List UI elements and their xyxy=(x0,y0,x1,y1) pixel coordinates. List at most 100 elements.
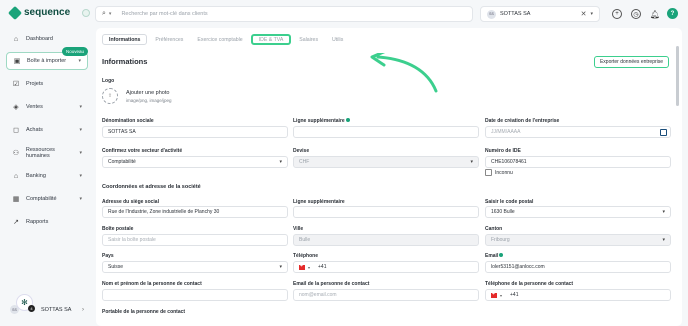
sidebar-item-projets[interactable]: ☑ Projets xyxy=(6,75,88,93)
app-logo[interactable]: sequence xyxy=(7,5,91,20)
search-bar[interactable]: ⌕ ▾ Recherche par mot-clé dans clients xyxy=(95,6,473,22)
siege-label: Adresse du siège social xyxy=(102,199,159,205)
upload-hint: image/png, image/jpeg xyxy=(126,98,172,103)
chevron-right-icon: › xyxy=(82,306,84,313)
sidebar-item-ventes[interactable]: ◈ Ventes ▾ xyxy=(6,98,88,116)
contact-tel-label: Téléphone de la personne de contact xyxy=(485,281,574,287)
coords-title: Coordonnées et adresse de la société xyxy=(102,184,201,190)
page-title: Informations xyxy=(102,57,148,66)
chevron-down-icon: ▾ xyxy=(79,127,82,133)
bell-icon[interactable]: 🔔︎ xyxy=(650,9,660,19)
denomination-field[interactable]: SOTTAS SA xyxy=(102,126,288,138)
company-avatar: SS xyxy=(487,9,496,19)
new-badge: Nouveau xyxy=(62,47,89,56)
contact-tel-field[interactable]: ▾+41 xyxy=(485,289,671,301)
contact-email-label: Email de la personne de contact xyxy=(293,281,370,287)
bank-icon: ⌂ xyxy=(13,172,19,180)
email-field[interactable]: loler53151@anlocc.com xyxy=(485,261,671,273)
sidebar-item-dashboard[interactable]: ⌂ Dashboard xyxy=(6,30,88,48)
add-icon[interactable]: + xyxy=(612,9,622,19)
tab-ide-tva[interactable]: IDE & TVA xyxy=(250,34,292,45)
ligne-sup2-field[interactable] xyxy=(293,206,479,218)
chevron-down-icon: ▾ xyxy=(79,104,82,110)
email-label: Email xyxy=(485,253,504,259)
date-creation-field[interactable]: JJ/MM/AAAA xyxy=(485,126,671,138)
info-icon xyxy=(499,253,504,257)
clear-icon[interactable]: ✕ xyxy=(581,10,587,18)
pays-label: Pays xyxy=(102,253,114,259)
ligne-sup-field[interactable] xyxy=(293,126,479,138)
highlight-arrow-icon xyxy=(370,53,438,93)
search-icon: ⌕ xyxy=(102,10,106,17)
chevron-down-icon: ▾ xyxy=(662,237,665,243)
tab-informations[interactable]: Informations xyxy=(102,34,148,45)
search-input[interactable]: Recherche par mot-clé dans clients xyxy=(121,11,207,17)
canton-select[interactable]: Fribourg ▾ xyxy=(485,234,671,246)
help-button[interactable]: ? xyxy=(667,8,678,19)
bag-icon: ◻ xyxy=(13,127,19,134)
swiss-flag-icon xyxy=(491,291,497,298)
info-icon xyxy=(345,118,350,122)
logo-badge-icon xyxy=(82,8,91,17)
devise-label: Devise xyxy=(293,148,310,154)
chevron-down-icon: ▾ xyxy=(279,264,282,270)
tab-utilisateurs[interactable]: Utilis xyxy=(326,34,349,45)
siege-field[interactable]: Rue de l'Industrie, Zone industrielle de… xyxy=(102,206,288,218)
canton-label: Canton xyxy=(485,226,503,232)
ligne-sup-label: Ligne supplémentaire xyxy=(293,118,350,124)
contact-email-field[interactable]: nom@email.com xyxy=(293,289,479,301)
upload-title[interactable]: Ajouter une photo xyxy=(126,90,169,96)
chevron-down-icon: ▾ xyxy=(79,173,82,179)
secteur-label: Confirmez votre secteur d'activité xyxy=(102,148,183,154)
export-button[interactable]: Exporter données entreprise xyxy=(594,56,669,68)
telephone-field[interactable]: ▾+41 xyxy=(293,261,479,273)
main-panel: Informations Préférences Exercice compta… xyxy=(96,28,682,326)
sidebar: ⌂ Dashboard ▣ Boîte à importer ▾ ☑ Projets ◈… xyxy=(0,28,92,326)
telephone-label: Téléphone xyxy=(293,253,319,259)
sidebar-item-comptabilite[interactable]: ▦ Comptabilité ▾ xyxy=(6,190,88,208)
calendar-icon[interactable] xyxy=(660,128,667,136)
sidebar-item-rh[interactable]: ⚇ Ressources humaines ▾ xyxy=(6,144,88,162)
top-bar: sequence ⌕ ▾ Recherche par mot-clé dans … xyxy=(0,0,688,28)
sidebar-item-achats[interactable]: ◻ Achats ▾ xyxy=(6,121,88,139)
ville-label: Ville xyxy=(293,226,304,232)
inconnu-checkbox[interactable] xyxy=(485,169,492,176)
swiss-flag-icon xyxy=(299,263,305,270)
boite-field[interactable]: Saisir la boîte postale xyxy=(102,234,288,246)
chart-icon: ↗ xyxy=(13,219,19,226)
tab-salaires[interactable]: Salaires xyxy=(293,34,324,45)
tab-exercice[interactable]: Exercice comptable xyxy=(191,34,248,45)
chevron-down-icon: ▾ xyxy=(78,58,81,64)
sidebar-item-rapports[interactable]: ↗ Rapports xyxy=(6,213,88,231)
ide-label: Numéro de IDE xyxy=(485,148,521,154)
logo-label: Logo xyxy=(102,78,115,84)
chevron-down-icon: ▾ xyxy=(470,159,473,165)
footer-company-name: SOTTAS SA xyxy=(41,306,72,313)
app-name: sequence xyxy=(24,7,71,18)
people-icon: ⚇ xyxy=(12,150,20,157)
notification-count-badge: 4 xyxy=(28,305,35,312)
contact-nom-field[interactable] xyxy=(102,289,288,301)
inconnu-label: Inconnu xyxy=(495,170,513,176)
code-postal-select[interactable]: 1630 Bulle ▾ xyxy=(485,206,671,218)
sidebar-item-banking[interactable]: ⌂ Banking ▾ xyxy=(6,167,88,185)
chevron-down-icon: ▾ xyxy=(79,150,82,156)
clock-icon[interactable]: ◷ xyxy=(631,9,641,19)
scrollbar[interactable] xyxy=(676,46,679,106)
devise-select[interactable]: CHF ▾ xyxy=(293,156,479,168)
tag-icon: ◈ xyxy=(13,104,19,111)
chevron-down-icon[interactable]: ▾ xyxy=(109,11,112,17)
upload-logo-icon[interactable]: ⇧ xyxy=(102,88,118,104)
chevron-down-icon: ▾ xyxy=(279,159,282,165)
ligne-sup2-label: Ligne supplémentaire xyxy=(293,199,345,205)
ide-field[interactable]: CHE106078461 xyxy=(485,156,671,168)
sequence-logo-icon xyxy=(7,5,23,20)
ville-field: Bulle xyxy=(293,234,479,246)
company-name: SOTTAS SA xyxy=(500,11,531,17)
chevron-down-icon[interactable]: ▾ xyxy=(590,11,593,17)
pays-select[interactable]: Suisse ▾ xyxy=(102,261,288,273)
company-selector[interactable]: SS SOTTAS SA ✕ ▾ xyxy=(480,6,600,22)
chevron-down-icon: ▾ xyxy=(662,209,665,215)
secteur-select[interactable]: Comptabilité ▾ xyxy=(102,156,288,168)
tab-preferences[interactable]: Préférences xyxy=(149,34,189,45)
